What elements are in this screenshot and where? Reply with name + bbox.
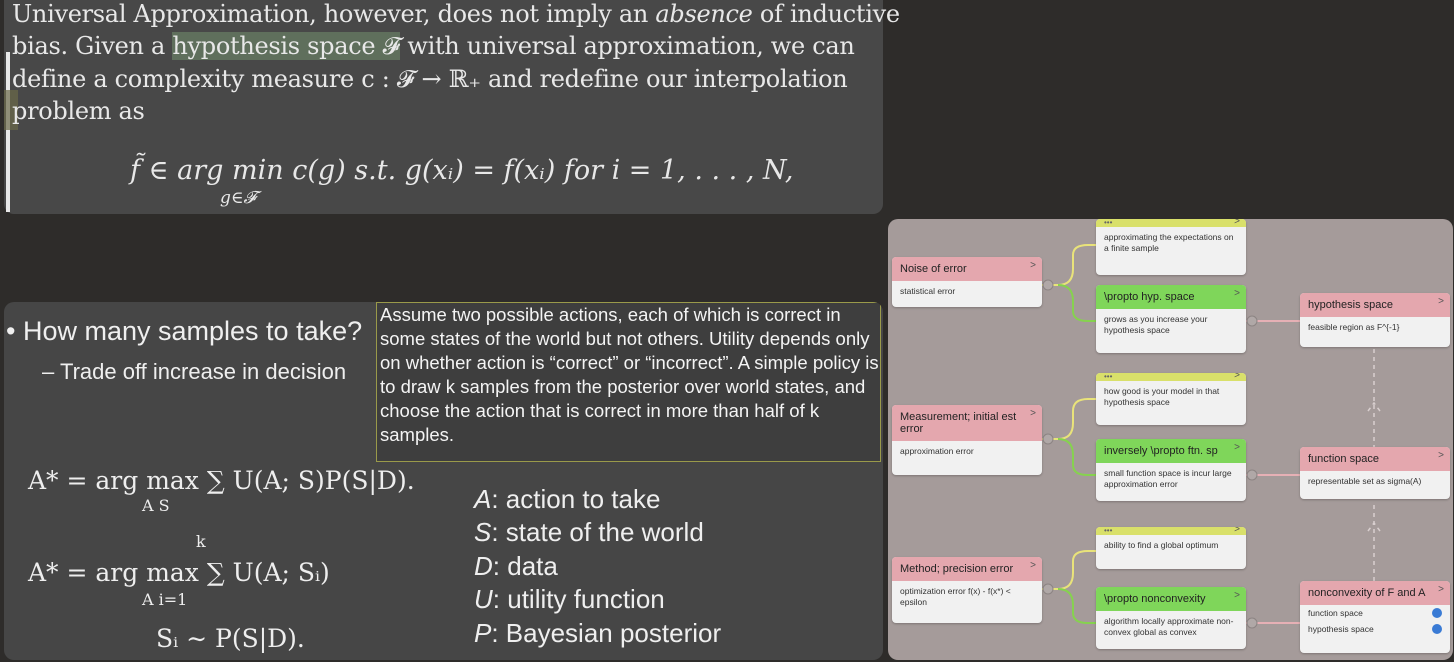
node-title: inversely \propto ftn. sp — [1096, 439, 1246, 463]
node-title: nonconvexity of F and A — [1300, 581, 1450, 605]
annotation-textbox[interactable]: Assume two possible actions, each of whi… — [376, 302, 881, 462]
equation-3: Sᵢ ∼ P(S|D). — [156, 624, 305, 653]
equation-1: A* = arg max ∑ U(A; S)P(S|D). — [28, 466, 415, 495]
paper-equation: f̃ ∈ arg min c(g) s.t. g(xᵢ) = f(xᵢ) for… — [130, 155, 794, 186]
node-link-row[interactable]: function space — [1300, 605, 1450, 621]
link-arrow-icon[interactable] — [1432, 624, 1442, 634]
node-body: feasible region as F^{-1} — [1308, 322, 1400, 332]
node-nonconvexity-f-a[interactable]: nonconvexity of F and A > function space… — [1300, 581, 1450, 653]
node-how-good-model[interactable]: ••• > how good is your model in that hyp… — [1096, 373, 1246, 425]
slide-panel: • How many samples to take? – Trade off … — [4, 302, 883, 660]
node-body: statistical error — [900, 286, 956, 296]
equation-2-superscript: k — [196, 532, 206, 551]
paper-line-1: Universal Approximation, however, does n… — [12, 0, 900, 28]
chevron-right-icon[interactable]: > — [1030, 560, 1036, 571]
chevron-right-icon[interactable]: > — [1438, 450, 1444, 461]
node-title: Measurement; initial est error — [892, 405, 1042, 441]
node-noise-of-error[interactable]: Noise of error > statistical error — [892, 257, 1042, 307]
text-cursor-bar — [6, 52, 10, 212]
chevron-right-icon[interactable]: > — [1438, 584, 1444, 595]
node-global-optimum[interactable]: ••• > ability to find a global optimum — [1096, 527, 1246, 569]
slide-subbullet: – Trade off increase in decision — [42, 359, 347, 384]
node-propto-hyp-space[interactable]: \propto hyp. space > grows as you increa… — [1096, 285, 1246, 353]
node-body: algorithm locally approximate non-convex… — [1104, 616, 1234, 637]
node-approx-expectations[interactable]: ••• > approximating the expectations on … — [1096, 219, 1246, 275]
node-body: small function space is incur large appr… — [1104, 468, 1232, 489]
node-body: grows as you increase your hypothesis sp… — [1104, 314, 1208, 335]
node-collapsed-header: ••• — [1096, 527, 1246, 535]
legend-item: D: data — [474, 551, 558, 581]
slide-bullet: • How many samples to take? — [6, 316, 363, 346]
node-title: Noise of error — [892, 257, 1042, 281]
node-inversely-propto[interactable]: inversely \propto ftn. sp > small functi… — [1096, 439, 1246, 501]
chevron-right-icon[interactable]: > — [1234, 219, 1240, 227]
legend-item: S: state of the world — [474, 517, 704, 547]
node-title: \propto hyp. space — [1096, 285, 1246, 309]
highlighted-text[interactable]: hypothesis space 𝓕 — [172, 32, 400, 60]
node-collapsed-header: ••• — [1096, 219, 1246, 227]
chevron-right-icon[interactable]: > — [1030, 260, 1036, 271]
mindmap-panel: Noise of error > statistical error ••• >… — [888, 219, 1453, 660]
equation-2: A* = arg max ∑ U(A; Sᵢ) — [28, 558, 330, 587]
node-hypothesis-space[interactable]: hypothesis space > feasible region as F^… — [1300, 293, 1450, 347]
link-arrow-icon[interactable] — [1432, 608, 1442, 618]
chevron-right-icon[interactable]: > — [1234, 373, 1240, 381]
node-method-precision-error[interactable]: Method; precision error > optimization e… — [892, 557, 1042, 623]
legend-item: U: utility function — [474, 584, 665, 614]
chevron-right-icon[interactable]: > — [1234, 527, 1240, 535]
paper-excerpt-panel: Universal Approximation, however, does n… — [4, 0, 900, 214]
node-body: representable set as sigma(A) — [1308, 476, 1422, 486]
chevron-right-icon[interactable]: > — [1030, 408, 1036, 419]
node-body: optimization error f(x) - f(x*) < epsilo… — [900, 586, 1011, 607]
node-propto-nonconvexity[interactable]: \propto nonconvexity > algorithm locally… — [1096, 587, 1246, 649]
chevron-right-icon[interactable]: > — [1438, 296, 1444, 307]
legend-item: A: action to take — [474, 484, 661, 514]
node-collapsed-header: ••• — [1096, 373, 1246, 381]
paper-equation-subscript: g∈𝓕 — [220, 188, 257, 208]
node-body: approximating the expectations on a fini… — [1104, 232, 1234, 253]
equation-1-subscript: A S — [142, 496, 170, 515]
node-body: how good is your model in that hypothesi… — [1104, 386, 1220, 407]
paper-line-4: problem as — [12, 97, 145, 125]
equation-2-subscript: A i=1 — [142, 590, 188, 609]
node-measurement-error[interactable]: Measurement; initial est error > approxi… — [892, 405, 1042, 475]
legend-item: P: Bayesian posterior — [474, 618, 722, 648]
node-body: approximation error — [900, 446, 974, 456]
chevron-right-icon[interactable]: > — [1234, 288, 1240, 299]
node-link-row[interactable]: hypothesis space — [1300, 621, 1450, 637]
node-title: function space — [1300, 447, 1450, 471]
node-title: Method; precision error — [892, 557, 1042, 581]
chevron-right-icon[interactable]: > — [1234, 590, 1240, 601]
paper-line-3: define a complexity measure c : 𝓕 → ℝ₊ a… — [12, 65, 848, 93]
node-function-space[interactable]: function space > representable set as si… — [1300, 447, 1450, 499]
chevron-right-icon[interactable]: > — [1234, 442, 1240, 453]
node-title: \propto nonconvexity — [1096, 587, 1246, 611]
node-title: hypothesis space — [1300, 293, 1450, 317]
paper-line-2: bias. Given a hypothesis space 𝓕 with un… — [12, 32, 855, 60]
node-body: ability to find a global optimum — [1104, 540, 1219, 550]
